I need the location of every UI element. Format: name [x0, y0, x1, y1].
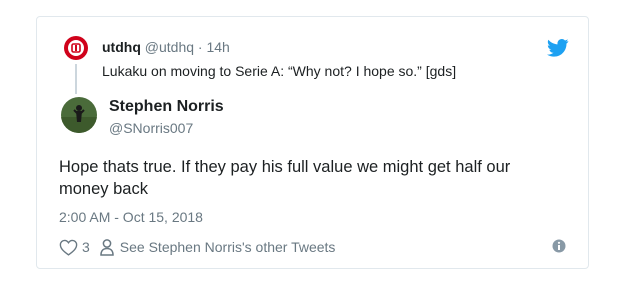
parent-tweet-text: Lukaku on moving to Serie A: “Why not? I…: [102, 63, 457, 79]
author-name[interactable]: Stephen Norris: [109, 97, 224, 117]
parent-separator: ·: [197, 39, 203, 55]
crest-icon: [68, 40, 84, 56]
embedded-tweet-card: utdhq @utdhq · 14h Lukaku on moving to S…: [36, 16, 589, 269]
author-handle[interactable]: @SNorris007: [109, 119, 193, 137]
utdhq-avatar[interactable]: [64, 36, 88, 60]
parent-author-handle[interactable]: @utdhq: [145, 39, 194, 55]
author-avatar[interactable]: [61, 97, 97, 133]
heart-icon[interactable]: [59, 239, 78, 256]
info-icon[interactable]: [552, 239, 566, 253]
tweet-timestamp[interactable]: 2:00 AM - Oct 15, 2018: [59, 208, 203, 226]
person-icon[interactable]: [100, 238, 114, 256]
other-tweets-link[interactable]: See Stephen Norris's other Tweets: [120, 239, 336, 255]
tweet-actions: 3 See Stephen Norris's other Tweets: [59, 237, 335, 257]
parent-tweet-header: utdhq @utdhq · 14h: [102, 38, 230, 56]
tweet-text: Hope thats true. If they pay his full va…: [59, 158, 511, 198]
parent-time[interactable]: 14h: [206, 39, 229, 55]
parent-author-name[interactable]: utdhq: [102, 39, 141, 55]
like-count[interactable]: 3: [82, 239, 90, 255]
thread-connector: [75, 64, 77, 94]
twitter-bird-icon[interactable]: [547, 39, 569, 57]
